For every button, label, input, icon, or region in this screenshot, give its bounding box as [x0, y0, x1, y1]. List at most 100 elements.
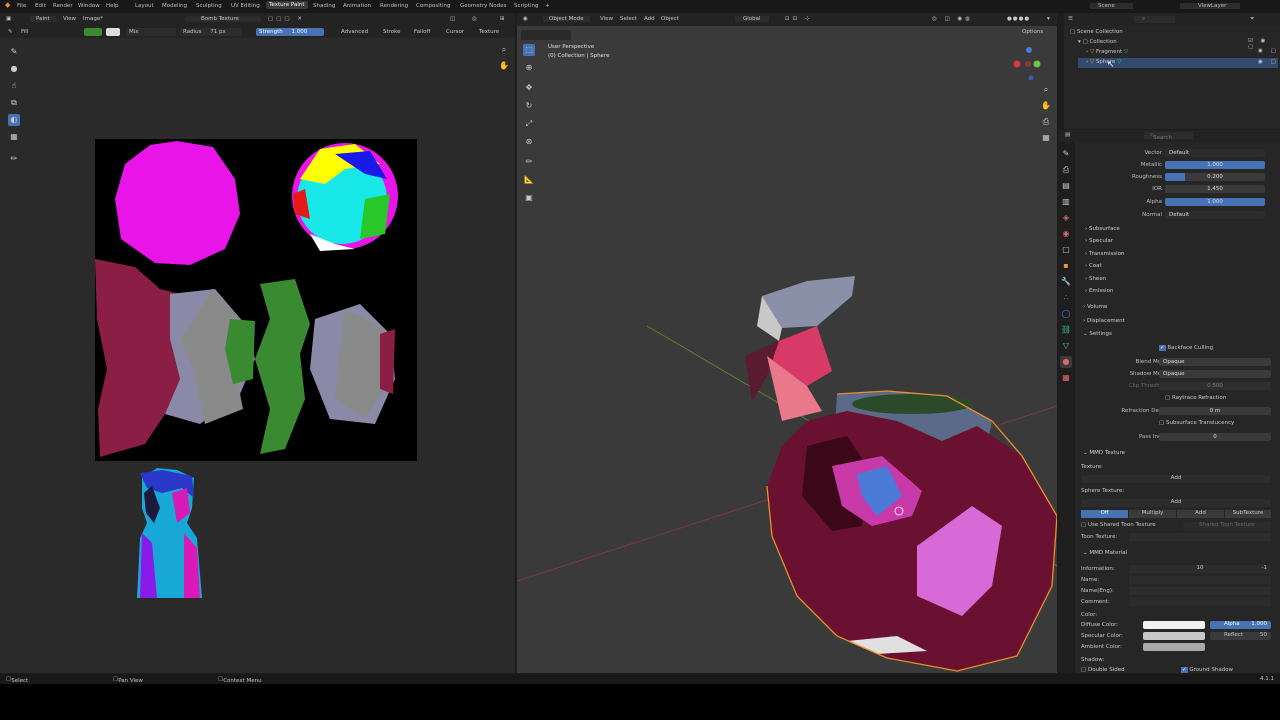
outliner-type-icon[interactable]: ☰	[1068, 16, 1073, 22]
cursor-dropdown[interactable]: Cursor	[443, 28, 467, 36]
mmd-material-panel[interactable]: ⌄ MMD Material	[1083, 550, 1127, 556]
pass-index-row[interactable]: Pass Index 0	[1075, 432, 1280, 443]
prop-row-ior[interactable]: IOR 1.450	[1075, 184, 1280, 195]
paint-mode-dropdown[interactable]: Paint	[30, 16, 56, 22]
overlay-icon[interactable]: ◎	[472, 16, 477, 22]
name-field[interactable]	[1129, 576, 1271, 584]
prop-row-roughness[interactable]: Roughness 0.200	[1075, 172, 1280, 183]
specular-color-swatch[interactable]	[1143, 632, 1205, 640]
alpha-field[interactable]: Alpha 1.000	[1210, 621, 1271, 629]
sphere-mode-subtexture[interactable]: SubTexture	[1225, 510, 1271, 518]
subsurface-translucency-checkbox[interactable]: ▢ Subsurface Translucency	[1159, 420, 1234, 426]
roughness-slider[interactable]: 0.200	[1165, 173, 1265, 181]
smear-tool-icon[interactable]: ☝	[8, 80, 20, 92]
reflect-field[interactable]: Reflect 50	[1210, 632, 1271, 640]
outliner-collection[interactable]: ▾ ▢ Collection	[1078, 39, 1117, 45]
subsurface-panel[interactable]: › Subsurface	[1085, 226, 1120, 232]
prop-row-metallic[interactable]: Metallic 1.000	[1075, 160, 1280, 171]
soften-tool-icon[interactable]: ●	[8, 63, 20, 75]
view-layer-selector[interactable]: ViewLayer	[1180, 3, 1241, 9]
visibility-icons[interactable]: ◎ ◫ ◉◍	[932, 16, 973, 22]
tab-texture-paint[interactable]: Texture Paint	[266, 1, 308, 9]
outliner-search[interactable]: ⌕	[1134, 16, 1176, 23]
transmission-panel[interactable]: › Transmission	[1085, 251, 1124, 257]
backface-culling-checkbox[interactable]: ✓ Backface Culling	[1159, 345, 1213, 351]
texture-tab-icon[interactable]: ▦	[1060, 372, 1072, 384]
modifier-tab-icon[interactable]: 🔧	[1060, 276, 1072, 288]
prop-row-normal[interactable]: Normal Default	[1075, 210, 1280, 221]
name-eng-field[interactable]	[1129, 587, 1271, 595]
tab-animation[interactable]: Animation	[343, 3, 371, 9]
world-tab-icon[interactable]: ◉	[1060, 228, 1072, 240]
blend-mode-row[interactable]: Blend Mode Opaque	[1075, 357, 1280, 368]
comment-field[interactable]	[1129, 598, 1271, 606]
blender-logo-icon[interactable]: ◆	[5, 1, 10, 9]
menu-image[interactable]: Image*	[83, 16, 103, 22]
view-layer-tab-icon[interactable]: ▥	[1060, 196, 1072, 208]
refraction-depth-field[interactable]: 0 m	[1159, 407, 1271, 415]
raytrace-refraction-checkbox[interactable]: ▢ Raytrace Refraction	[1165, 395, 1226, 401]
sphere-add-button[interactable]: Add	[1081, 499, 1271, 507]
draw-tool-icon[interactable]: ✎	[8, 46, 20, 58]
tab-uv-editing[interactable]: UV Editing	[231, 3, 260, 9]
brush-icon[interactable]: ✎	[5, 28, 16, 36]
texture-add-button[interactable]: Add	[1081, 475, 1271, 483]
stroke-dropdown[interactable]: Stroke	[380, 28, 404, 36]
strength-field[interactable]: Strength 1.000	[256, 28, 324, 36]
output-tab-icon[interactable]: ▤	[1060, 180, 1072, 192]
menu-view[interactable]: View	[63, 16, 76, 22]
shadow-mode-row[interactable]: Shadow Mode Opaque	[1075, 369, 1280, 380]
annotate-tool-icon[interactable]: ✏	[8, 153, 20, 165]
object-tab-icon[interactable]: ▪	[1060, 260, 1072, 272]
constraints-tab-icon[interactable]: ⛓	[1060, 324, 1072, 336]
transform-orientation-dropdown[interactable]: Global	[735, 16, 769, 22]
render-tab-icon[interactable]: ⎙	[1060, 164, 1072, 176]
fill-tool-icon[interactable]: ◐	[8, 114, 20, 126]
material-tab-icon[interactable]: ●	[1060, 356, 1072, 368]
viewport-menu-select[interactable]: Select	[620, 16, 637, 22]
shading-mode-icons[interactable]: ●●●●	[1007, 16, 1030, 22]
menu-edit[interactable]: Edit	[35, 3, 46, 9]
tab-layout[interactable]: Layout	[135, 3, 154, 9]
3d-viewport[interactable]: ⬚ ⊕ ✥ ↻ ⤢ ⊛ ✏ 📐 ▣ User Perspective (0) C…	[517, 26, 1057, 673]
blend-dropdown[interactable]: Mix	[126, 28, 176, 36]
zoom-icon[interactable]: ⌕	[498, 44, 510, 56]
object-mode-dropdown[interactable]: Object Mode	[543, 16, 590, 22]
filter-icon[interactable]: ⏷	[1250, 16, 1254, 23]
color-swatch[interactable]	[84, 28, 102, 36]
scene-tab-icon[interactable]: ◈	[1060, 212, 1072, 224]
clone-tool-icon[interactable]: ⧉	[8, 97, 20, 109]
data-tab-icon[interactable]: ▽	[1060, 340, 1072, 352]
outliner-fragment[interactable]: › ▽ Fragment ▽	[1086, 49, 1128, 55]
ior-field[interactable]: 1.450	[1165, 185, 1265, 193]
volume-panel[interactable]: › Volume	[1083, 304, 1107, 310]
secondary-color-swatch[interactable]	[106, 28, 120, 36]
viewport-type-icon[interactable]: ◉	[523, 16, 528, 22]
radius-field[interactable]: Radius 71 px	[180, 28, 242, 36]
image-editor-canvas[interactable]: ✎ ● ☝ ⧉ ◐ ▦ ✏ ⌕ ✋	[0, 38, 515, 673]
menu-window[interactable]: Window	[78, 3, 100, 9]
sphere-toggles[interactable]: ◉ ▢	[1258, 59, 1279, 65]
properties-type-icon[interactable]: ▤	[1065, 132, 1070, 138]
pan-hand-icon[interactable]: ✋	[498, 60, 510, 72]
blend-mode-dropdown[interactable]: Opaque	[1159, 358, 1271, 366]
properties-search[interactable]: ⌕ Search	[1144, 132, 1194, 141]
emission-panel[interactable]: › Emission	[1085, 288, 1113, 294]
editor-type-icon[interactable]: ▣	[6, 16, 11, 22]
vector-value[interactable]: Default	[1165, 149, 1265, 157]
tab-compositing[interactable]: Compositing	[416, 3, 450, 9]
shadow-mode-dropdown[interactable]: Opaque	[1159, 370, 1271, 378]
collection-tab-icon[interactable]: ▢	[1060, 244, 1072, 256]
fragment-toggles[interactable]: ◉ ▢	[1258, 48, 1279, 54]
tool-tab-icon[interactable]: ✎	[1060, 148, 1072, 160]
tab-modeling[interactable]: Modeling	[162, 3, 187, 9]
sphere-mode-off[interactable]: Off	[1081, 510, 1128, 518]
double-sided-checkbox[interactable]: ▢ Double Sided	[1081, 667, 1125, 673]
tab-rendering[interactable]: Rendering	[380, 3, 408, 9]
sphere-mode-multiply[interactable]: Multiply	[1129, 510, 1176, 518]
alpha-slider[interactable]: 1.000	[1165, 198, 1265, 206]
displacement-panel[interactable]: › Displacement	[1083, 318, 1125, 324]
tab-sculpting[interactable]: Sculpting	[196, 3, 222, 9]
viewport-menu-add[interactable]: Add	[644, 16, 655, 22]
snap-icons[interactable]: ⊡⊡ ⊹	[785, 16, 813, 22]
